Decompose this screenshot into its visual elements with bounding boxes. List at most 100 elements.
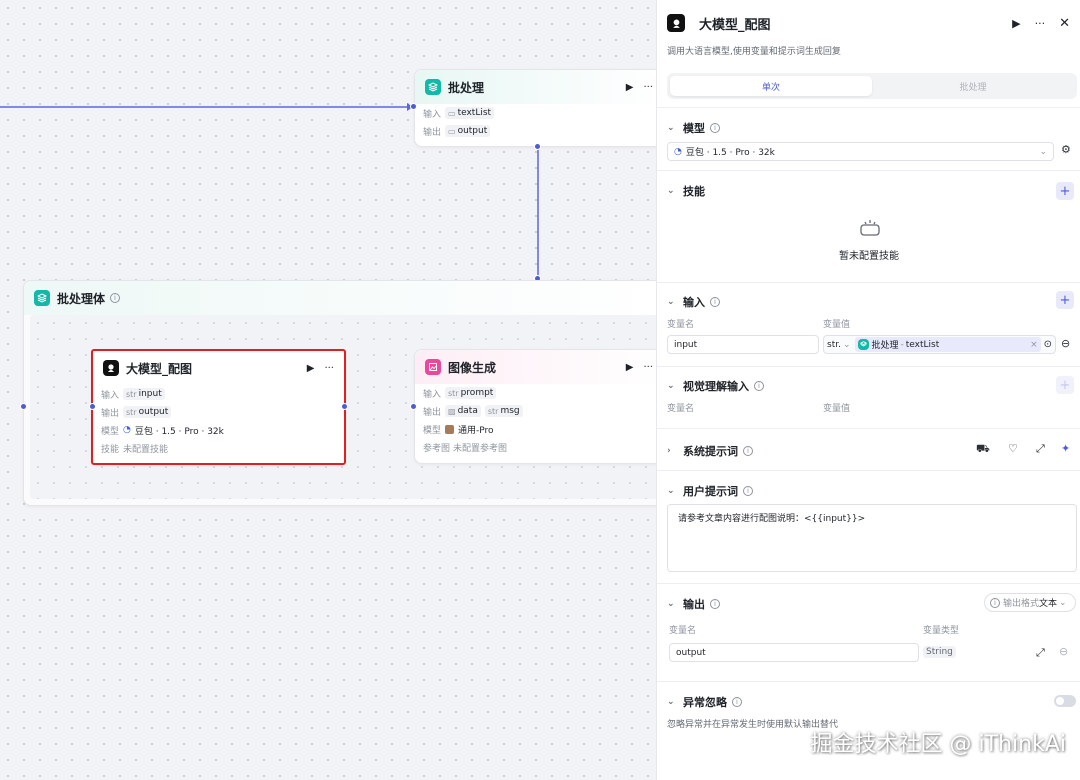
batch-body-title: 批处理体 bbox=[57, 291, 106, 306]
chevron-down-icon: ⌄ bbox=[1039, 146, 1047, 157]
hint-icon[interactable]: ♡ bbox=[1008, 442, 1018, 455]
template-icon[interactable]: ⛟ bbox=[976, 442, 990, 457]
info-icon: i bbox=[743, 446, 753, 456]
mode-tabs: 单次 批处理 bbox=[667, 73, 1077, 99]
chevron-down-icon: ⌄ bbox=[667, 297, 675, 307]
vision-section-title[interactable]: ⌄ 视觉理解输入 i bbox=[667, 378, 764, 394]
chevron-down-icon: ⌄ bbox=[667, 599, 675, 609]
expand-icon[interactable]: ⤢ bbox=[1036, 646, 1045, 660]
image-gen-node[interactable]: 图像生成 ▶ ··· 输入 str prompt 输出 ▨ data str msg … bbox=[414, 349, 664, 464]
image-input-port[interactable] bbox=[410, 403, 417, 410]
input-section-title[interactable]: ⌄ 输入 i bbox=[667, 294, 720, 310]
info-icon: i bbox=[754, 381, 764, 391]
exception-section-title[interactable]: ⌄ 异常忽略 i bbox=[667, 694, 742, 710]
image-type-icon: ▨ bbox=[448, 406, 456, 416]
ai-optimize-icon[interactable]: ✦ bbox=[1061, 442, 1070, 455]
add-vision-button[interactable]: + bbox=[1056, 376, 1074, 394]
model-thumb-icon bbox=[445, 424, 454, 434]
expand-icon[interactable]: ⤢ bbox=[1036, 442, 1045, 456]
llm-node-title: 大模型_配图 bbox=[126, 361, 193, 376]
output-format-select[interactable]: i 输出格式 文本 ⌄ bbox=[984, 593, 1076, 612]
add-skill-button[interactable]: + bbox=[1056, 182, 1074, 200]
tab-single[interactable]: 单次 bbox=[670, 76, 872, 96]
remove-output-icon[interactable]: ⊖ bbox=[1059, 645, 1068, 658]
tab-batch[interactable]: 批处理 bbox=[872, 76, 1074, 96]
info-icon: i bbox=[710, 123, 720, 133]
llm-input-port[interactable] bbox=[89, 403, 96, 410]
image-icon bbox=[425, 359, 441, 375]
chevron-down-icon: ⌄ bbox=[842, 339, 851, 350]
batch-input-port[interactable] bbox=[410, 103, 417, 110]
skills-empty-text: 暂未配置技能 bbox=[839, 251, 899, 262]
target-icon[interactable]: ⊙ bbox=[1044, 339, 1052, 350]
remove-input-icon[interactable]: ⊖ bbox=[1061, 337, 1070, 350]
llm-skill-row: 技能 未配置技能 bbox=[101, 444, 169, 455]
input-col-value: 变量值 bbox=[823, 320, 851, 330]
image-ref-row: 参考图 未配置参考图 bbox=[423, 443, 508, 454]
info-icon: i bbox=[743, 486, 753, 496]
chevron-down-icon: ⌄ bbox=[667, 381, 675, 391]
model-section-title[interactable]: ⌄ 模型 i bbox=[667, 120, 720, 136]
close-icon[interactable]: ✕ bbox=[1059, 16, 1070, 31]
info-icon: i bbox=[710, 599, 720, 609]
run-icon[interactable]: ▶ bbox=[626, 82, 634, 93]
user-prompt-editor[interactable]: 请参考文章内容进行配图说明：<{{input}}> bbox=[667, 504, 1077, 572]
info-icon: i bbox=[732, 697, 742, 707]
llm-output-port[interactable] bbox=[341, 403, 348, 410]
node-config-panel: 大模型_配图 ▶ ··· ✕ 调用大语言模型,使用变量和提示词生成回复 单次 批… bbox=[656, 0, 1080, 780]
more-icon[interactable]: ··· bbox=[643, 362, 653, 373]
info-icon[interactable]: i bbox=[110, 293, 121, 303]
clear-icon[interactable]: × bbox=[1030, 340, 1038, 350]
batch-output-row: 输出 ▭ output bbox=[415, 122, 663, 140]
watermark: 掘金技术社区 @ iThinkAi bbox=[810, 732, 1066, 757]
llm-icon bbox=[103, 360, 119, 376]
more-icon[interactable]: ··· bbox=[324, 363, 334, 374]
llm-node[interactable]: 大模型_配图 ▶ ··· 输入 str input 输出 str output 模型… bbox=[91, 349, 346, 465]
output-col-name: 变量名 bbox=[669, 626, 697, 636]
batch-bottom-port[interactable] bbox=[534, 143, 541, 150]
doubao-icon: ◔ bbox=[123, 425, 131, 435]
add-input-button[interactable]: + bbox=[1056, 291, 1074, 309]
exception-toggle[interactable] bbox=[1054, 695, 1076, 707]
doubao-icon: ◔ bbox=[674, 146, 682, 157]
model-select[interactable]: ◔ 豆包 · 1.5 · Pro · 32k ⌄ bbox=[667, 142, 1054, 161]
batch-node-title: 批处理 bbox=[448, 80, 485, 95]
batch-icon bbox=[857, 339, 869, 350]
image-node-title: 图像生成 bbox=[448, 360, 497, 375]
batch-body-icon bbox=[34, 290, 50, 306]
chevron-down-icon: ⌄ bbox=[667, 697, 675, 707]
user-prompt-section-title[interactable]: ⌄ 用户提示词 i bbox=[667, 483, 753, 499]
llm-model-row: 模型 ◔ 豆包 · 1.5 · Pro · 32k bbox=[101, 425, 224, 437]
output-type-badge[interactable]: String bbox=[923, 646, 956, 658]
more-icon[interactable]: ··· bbox=[1035, 17, 1046, 30]
list-type-icon: ▭ bbox=[448, 126, 456, 136]
more-icon[interactable]: ··· bbox=[643, 82, 653, 93]
llm-output-row: 输出 str output bbox=[93, 403, 344, 421]
batch-icon bbox=[425, 79, 441, 95]
output-name-field[interactable]: output bbox=[669, 643, 919, 662]
output-col-type: 变量类型 bbox=[923, 626, 960, 636]
input-col-name: 变量名 bbox=[667, 320, 695, 330]
run-icon[interactable]: ▶ bbox=[1012, 17, 1020, 30]
run-icon[interactable]: ▶ bbox=[307, 363, 315, 374]
run-icon[interactable]: ▶ bbox=[626, 362, 634, 373]
body-left-port[interactable] bbox=[20, 403, 27, 410]
panel-description: 调用大语言模型,使用变量和提示词生成回复 bbox=[667, 47, 841, 57]
output-section-title[interactable]: ⌄ 输出 i bbox=[667, 596, 720, 612]
vision-col-value: 变量值 bbox=[823, 404, 851, 414]
batch-node[interactable]: 批处理 ▶ ··· 输入 ▭ textList 输出 ▭ output bbox=[414, 69, 664, 147]
chevron-down-icon: ⌄ bbox=[1059, 597, 1067, 608]
skills-section-title[interactable]: ⌄ 技能 bbox=[667, 183, 705, 199]
batch-input-row: 输入 ▭ textList bbox=[415, 104, 663, 122]
info-icon: i bbox=[710, 297, 720, 307]
panel-title: 大模型_配图 bbox=[699, 17, 771, 33]
model-settings-icon[interactable]: ⚙ bbox=[1061, 143, 1071, 156]
image-model-row: 模型 通用-Pro bbox=[423, 424, 494, 436]
input-value-field[interactable]: str. ⌄ 批处理 - textList × ⊙ bbox=[823, 335, 1056, 354]
image-output-row: 输出 ▨ data str msg bbox=[415, 402, 663, 420]
input-name-field[interactable]: input bbox=[667, 335, 819, 354]
chevron-right-icon: › bbox=[667, 446, 671, 456]
system-prompt-section-title[interactable]: › 系统提示词 i bbox=[667, 443, 753, 459]
info-icon: i bbox=[990, 597, 1000, 608]
chevron-down-icon: ⌄ bbox=[667, 123, 675, 133]
